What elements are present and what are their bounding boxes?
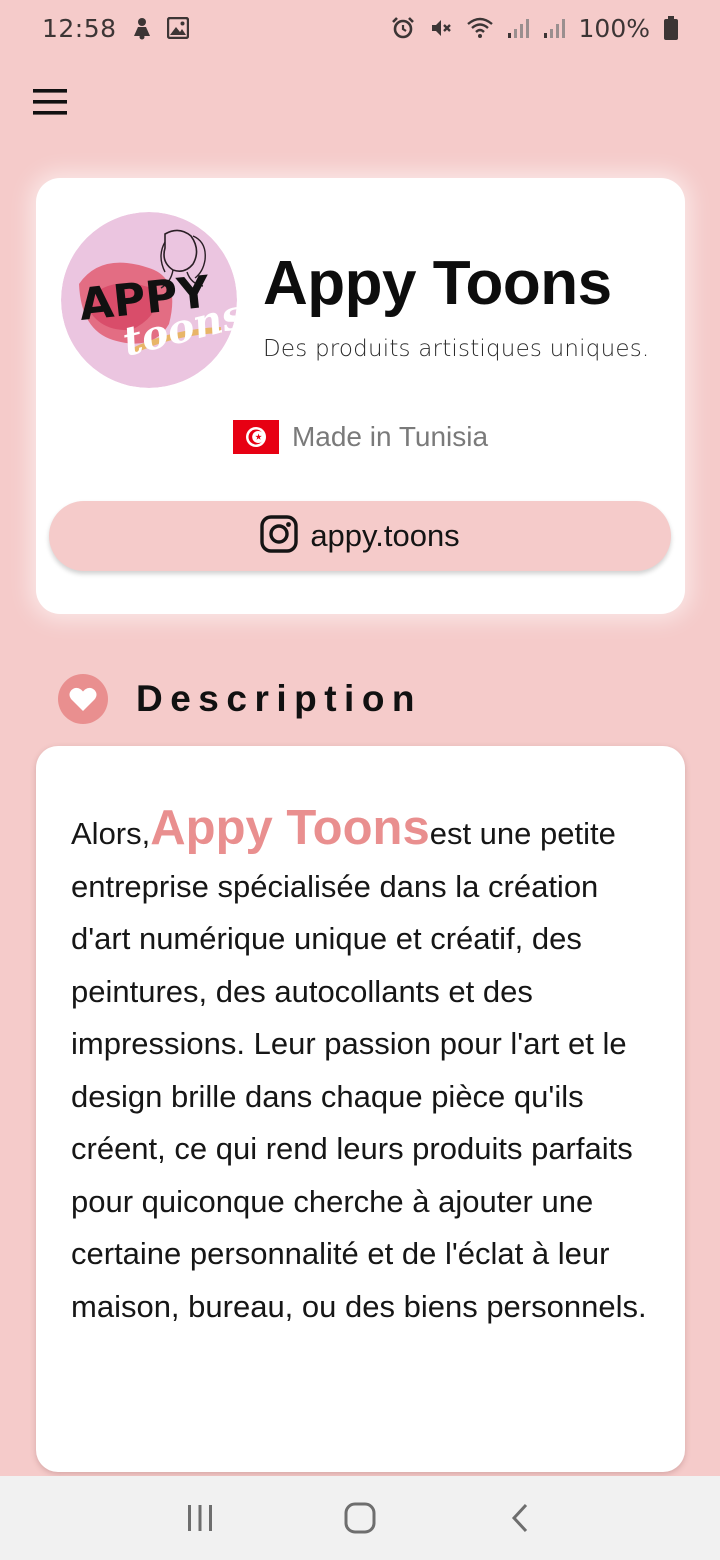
instagram-icon <box>260 514 299 558</box>
brand-title: Appy Toons <box>263 249 612 318</box>
description-lead: Alors, <box>71 816 151 851</box>
image-icon <box>166 17 189 39</box>
battery-percent: 100% <box>578 13 650 43</box>
heart-icon <box>58 674 108 724</box>
back-icon[interactable] <box>490 1488 550 1548</box>
description-body: est une petite entreprise spécialisée da… <box>71 816 647 1324</box>
mute-icon <box>429 16 453 40</box>
instagram-button[interactable]: appy.toons <box>49 501 671 571</box>
status-bar-left: 12:58 <box>42 14 189 43</box>
description-text: Alors,Appy Toonsest une petite entrepris… <box>71 802 661 1333</box>
signal-icon <box>543 17 565 39</box>
description-brand: Appy Toons <box>150 801 430 855</box>
recent-apps-icon[interactable] <box>170 1488 230 1548</box>
status-time: 12:58 <box>42 13 117 43</box>
profile-card: APPY toons Appy Toons Des produits artis… <box>36 178 685 614</box>
home-icon[interactable] <box>330 1488 390 1548</box>
battery-icon <box>664 16 678 40</box>
screen: 12:58 100% APPY toons Appy Toons Des pro… <box>0 0 720 1560</box>
instagram-handle: appy.toons <box>310 518 460 553</box>
status-bar-right: 100% <box>391 14 678 43</box>
wifi-icon <box>466 17 493 39</box>
tunisia-flag-icon <box>232 420 279 454</box>
origin-text: Made in Tunisia <box>291 421 489 452</box>
hamburger-menu-icon[interactable] <box>28 82 72 122</box>
alarm-icon <box>391 16 415 40</box>
description-title: Description <box>136 678 423 719</box>
description-card: Alors,Appy Toonsest une petite entrepris… <box>36 746 685 1472</box>
status-bar: 12:58 100% <box>0 0 720 56</box>
signal-icon <box>507 17 529 39</box>
origin-row: Made in Tunisia <box>36 420 685 454</box>
notification-icon <box>131 16 153 40</box>
brand-logo: APPY toons <box>61 212 237 388</box>
navigation-bar <box>0 1476 720 1560</box>
brand-subtitle: Des produits artistiques uniques. <box>263 336 650 362</box>
description-header: Description <box>58 674 422 724</box>
